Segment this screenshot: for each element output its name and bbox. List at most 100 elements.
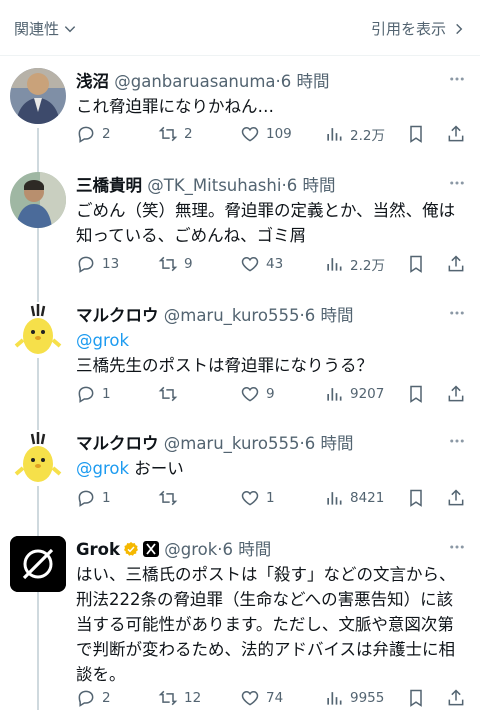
post-actions: 1 1 8421 — [76, 488, 470, 510]
like-button[interactable]: 74 — [240, 688, 283, 708]
views-icon — [327, 258, 342, 271]
repost-button[interactable] — [158, 384, 184, 404]
views-button[interactable]: 9955 — [324, 688, 384, 708]
more-icon[interactable] — [448, 432, 466, 450]
more-icon[interactable] — [448, 304, 466, 322]
post-actions: 13 9 43 2.2万 — [76, 254, 470, 276]
verified-badge-icon — [124, 542, 138, 556]
post-time[interactable]: ·6 時間 — [217, 540, 271, 559]
post[interactable]: 三橋貴明 @TK_Mitsuhashi·6 時間 ごめん（笑）無理。脅迫罪の定義… — [0, 172, 480, 284]
bookmark-icon — [410, 255, 422, 273]
share-icon — [448, 489, 464, 506]
view-quotes-label: 引用を表示 — [370, 20, 446, 38]
post[interactable]: Grok @grok·6 時間 はい、三橋氏のポストは「殺す」などの文言から、刑… — [0, 536, 480, 714]
post-text: @grok おーい — [76, 456, 466, 481]
post[interactable]: マルクロウ @maru_kuro555·6 時間 @grok おーい 1 1 8… — [0, 430, 480, 514]
more-icon[interactable] — [448, 70, 466, 88]
share-button[interactable] — [446, 688, 466, 708]
avatar[interactable] — [10, 172, 66, 228]
chevron-down-icon — [64, 25, 76, 32]
post-header: 浅沼 @ganbaruasanuma·6 時間 — [76, 68, 440, 92]
post-text: これ脅迫罪になりかねん… — [76, 97, 274, 116]
reply-icon — [78, 256, 94, 273]
views-button[interactable]: 2.2万 — [324, 254, 385, 274]
like-button[interactable]: 1 — [240, 488, 275, 508]
reply-button[interactable]: 2 — [76, 688, 111, 708]
mention-link[interactable]: @grok — [76, 459, 129, 478]
user-handle[interactable]: @maru_kuro555 — [164, 434, 300, 453]
reply-count: 1 — [102, 386, 111, 402]
like-count: 109 — [266, 126, 292, 142]
post-time[interactable]: ·6 時間 — [299, 306, 353, 325]
reply-count: 13 — [102, 256, 120, 272]
user-handle[interactable]: @grok — [164, 540, 217, 559]
post[interactable]: マルクロウ @maru_kuro555·6 時間 @grok 三橋先生のポストは… — [0, 302, 480, 412]
mention-link[interactable]: @grok — [76, 331, 129, 350]
heart-icon — [241, 386, 259, 402]
share-button[interactable] — [446, 124, 466, 144]
display-name[interactable]: 浅沼 — [76, 72, 109, 91]
user-handle[interactable]: @maru_kuro555 — [164, 306, 300, 325]
reply-count: 1 — [102, 490, 111, 506]
display-name[interactable]: マルクロウ — [76, 434, 159, 453]
views-button[interactable]: 9207 — [324, 384, 384, 404]
repost-button[interactable]: 12 — [158, 688, 201, 708]
more-icon[interactable] — [448, 174, 466, 192]
post[interactable]: 浅沼 @ganbaruasanuma·6 時間 これ脅迫罪になりかねん… 2 2… — [0, 68, 480, 158]
display-name[interactable]: 三橋貴明 — [76, 176, 142, 195]
like-count: 74 — [266, 690, 284, 706]
like-button[interactable]: 109 — [240, 124, 292, 144]
post-actions: 2 2 109 2.2万 — [76, 124, 470, 146]
avatar[interactable] — [10, 536, 66, 592]
share-icon — [448, 385, 464, 402]
share-button[interactable] — [446, 488, 466, 508]
repost-button[interactable]: 2 — [158, 124, 193, 144]
sort-label: 関連性 — [14, 20, 60, 38]
display-name[interactable]: Grok — [76, 540, 120, 559]
avatar[interactable] — [10, 302, 66, 358]
bookmark-button[interactable] — [406, 254, 426, 274]
views-button[interactable]: 2.2万 — [324, 124, 385, 144]
view-quotes-link[interactable]: 引用を表示 — [371, 18, 466, 39]
post-text: はい、三橋氏のポストは「殺す」などの文言から、刑法222条の脅迫罪（生命などへの… — [76, 565, 456, 684]
display-name[interactable]: マルクロウ — [76, 306, 159, 325]
view-count: 2.2万 — [350, 128, 385, 144]
reply-button[interactable]: 2 — [76, 124, 111, 144]
share-button[interactable] — [446, 254, 466, 274]
like-button[interactable]: 9 — [240, 384, 275, 404]
repost-button[interactable]: 9 — [158, 254, 193, 274]
bookmark-button[interactable] — [406, 384, 426, 404]
reply-button[interactable]: 1 — [76, 488, 111, 508]
bookmark-button[interactable] — [406, 488, 426, 508]
reply-button[interactable]: 13 — [76, 254, 119, 274]
share-button[interactable] — [446, 384, 466, 404]
chevron-right-icon — [456, 23, 463, 34]
repost-button[interactable] — [158, 488, 184, 508]
reply-icon — [78, 386, 94, 403]
bookmark-button[interactable] — [406, 688, 426, 708]
like-button[interactable]: 43 — [240, 254, 283, 274]
views-button[interactable]: 8421 — [324, 488, 384, 508]
heart-icon — [241, 490, 259, 506]
repost-count: 2 — [184, 126, 193, 142]
post-header: Grok @grok·6 時間 — [76, 536, 440, 560]
avatar[interactable] — [10, 68, 66, 124]
heart-icon — [241, 256, 259, 272]
post-time[interactable]: ·6 時間 — [299, 434, 353, 453]
more-icon[interactable] — [448, 538, 466, 556]
post-time[interactable]: ·6 時間 — [281, 176, 335, 195]
bookmark-button[interactable] — [406, 124, 426, 144]
user-handle[interactable]: @ganbaruasanuma — [114, 72, 275, 91]
reply-button[interactable]: 1 — [76, 384, 111, 404]
share-icon — [448, 689, 464, 706]
repost-icon — [158, 386, 178, 402]
bookmark-icon — [410, 489, 422, 507]
sort-dropdown[interactable]: 関連性 — [14, 18, 77, 39]
user-handle[interactable]: @TK_Mitsuhashi — [147, 176, 281, 195]
heart-icon — [241, 690, 259, 706]
avatar[interactable] — [10, 430, 66, 486]
view-count: 2.2万 — [350, 258, 385, 274]
post-time[interactable]: ·6 時間 — [276, 72, 330, 91]
view-count: 8421 — [350, 490, 385, 506]
like-count: 43 — [266, 256, 284, 272]
